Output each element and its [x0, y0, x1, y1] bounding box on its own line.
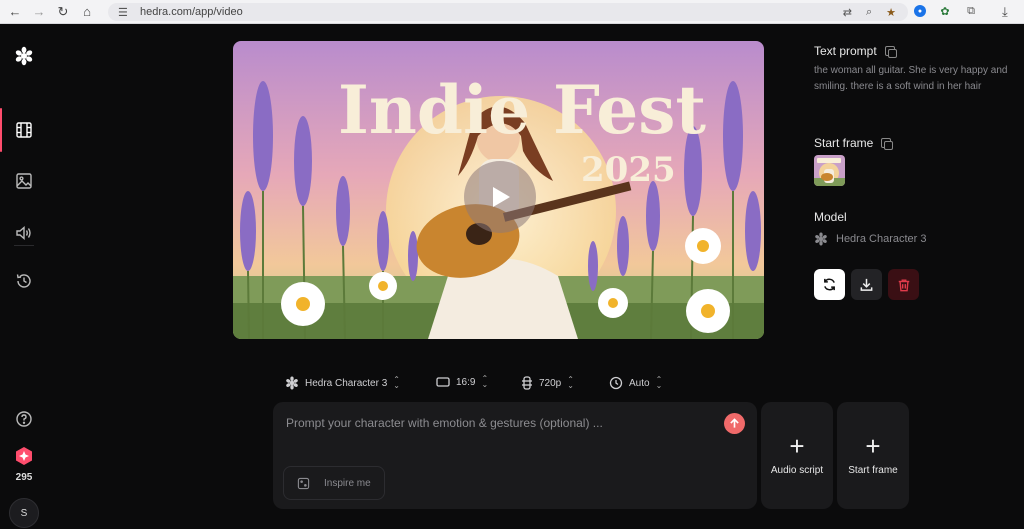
play-icon: [493, 187, 510, 207]
extension-icon[interactable]: ●: [914, 5, 926, 17]
avatar[interactable]: S: [9, 498, 39, 528]
image-icon: [16, 173, 32, 189]
video-title: Indie Fest: [338, 71, 706, 149]
translate-icon[interactable]: ⇄: [843, 6, 852, 19]
copy-icon[interactable]: [881, 138, 894, 150]
sidebar-item-audio[interactable]: [13, 222, 35, 244]
chevron-up-down-icon: ⌃ ⌄: [655, 375, 663, 390]
regenerate-button[interactable]: [814, 269, 845, 300]
dice-icon: [297, 477, 310, 489]
sidebar-item-help[interactable]: [13, 408, 35, 430]
arrow-up-icon: [730, 418, 739, 428]
download-icon: [860, 278, 873, 291]
hedra-model-icon: [815, 232, 827, 246]
address-text: hedra.com/app/video: [140, 6, 243, 18]
address-bar[interactable]: ☰ hedra.com/app/video ⇄ ⌕ ★: [108, 3, 908, 21]
video-year: 2025: [581, 150, 676, 190]
bookmark-star-icon[interactable]: ★: [886, 6, 896, 19]
home-icon[interactable]: ⌂: [80, 4, 94, 19]
resolution-icon: [522, 376, 532, 390]
history-icon: [16, 274, 31, 288]
refresh-icon: [824, 278, 835, 291]
help-icon: [16, 411, 32, 427]
reload-icon[interactable]: ↻: [56, 4, 70, 19]
start-frame-thumbnail[interactable]: [814, 155, 845, 186]
chevron-up-down-icon: ⌃ ⌄: [481, 374, 489, 389]
sidebar-item-history[interactable]: [13, 270, 35, 292]
aspect-ratio-icon: [436, 377, 450, 387]
sidebar-divider: [14, 245, 34, 246]
prompt-input[interactable]: [286, 416, 706, 430]
browser-toolbar: ← → ↻ ⌂ ☰ hedra.com/app/video ⇄ ⌕ ★ ● ✿ …: [0, 0, 1024, 24]
add-start-frame-button[interactable]: + Start frame: [837, 402, 909, 509]
chevron-up-down-icon: ⌃ ⌄: [393, 375, 400, 390]
active-indicator: [0, 108, 2, 152]
plus-icon: +: [865, 431, 881, 461]
aspect-ratio-selector[interactable]: 16:9 ⌃ ⌄: [436, 374, 489, 389]
plus-icon: +: [789, 431, 805, 461]
text-prompt-value: the woman all guitar. She is very happy …: [814, 65, 1008, 92]
film-icon: [16, 122, 32, 138]
credits-count: 295: [15, 472, 33, 483]
model-value: Hedra Character 3: [814, 232, 927, 246]
prompt-composer: Inspire me: [273, 402, 757, 509]
clock-icon: [609, 376, 623, 390]
start-frame-heading: Start frame: [814, 136, 894, 150]
delete-button[interactable]: [888, 269, 919, 300]
inspire-me-button[interactable]: Inspire me: [283, 466, 385, 500]
extension-2-icon[interactable]: ✿: [938, 4, 952, 18]
model-heading: Model: [814, 210, 847, 224]
resolution-selector[interactable]: 720p ⌃ ⌄: [521, 376, 574, 390]
text-prompt-heading: Text prompt: [814, 44, 897, 58]
hedra-logo-icon[interactable]: [13, 45, 35, 67]
back-icon[interactable]: ←: [8, 4, 22, 19]
sidebar-item-video[interactable]: [13, 119, 35, 141]
chevron-up-down-icon: ⌃ ⌄: [567, 375, 574, 390]
site-settings-icon[interactable]: ☰: [118, 6, 132, 19]
add-audio-script-button[interactable]: + Audio script: [761, 402, 833, 509]
video-preview[interactable]: Indie Fest 2025: [233, 41, 764, 339]
download-button[interactable]: [851, 269, 882, 300]
sidebar: 295 S: [0, 24, 48, 529]
audio-icon: [16, 225, 31, 241]
hedra-model-icon: [286, 376, 298, 390]
extensions-puzzle-icon[interactable]: ⧉: [964, 4, 978, 18]
forward-icon[interactable]: →: [32, 4, 46, 19]
sidebar-item-image[interactable]: [13, 170, 35, 192]
trash-icon: [898, 278, 909, 291]
download-icon[interactable]: ⤓: [1002, 4, 1008, 20]
zoom-icon[interactable]: ⌕: [866, 6, 872, 19]
submit-button[interactable]: [724, 413, 745, 434]
credits-icon: [16, 447, 32, 465]
model-selector[interactable]: Hedra Character 3 ⌃ ⌄: [285, 376, 400, 390]
copy-icon[interactable]: [884, 46, 897, 58]
play-button[interactable]: [464, 161, 536, 233]
duration-selector[interactable]: Auto ⌃ ⌄: [609, 376, 662, 390]
